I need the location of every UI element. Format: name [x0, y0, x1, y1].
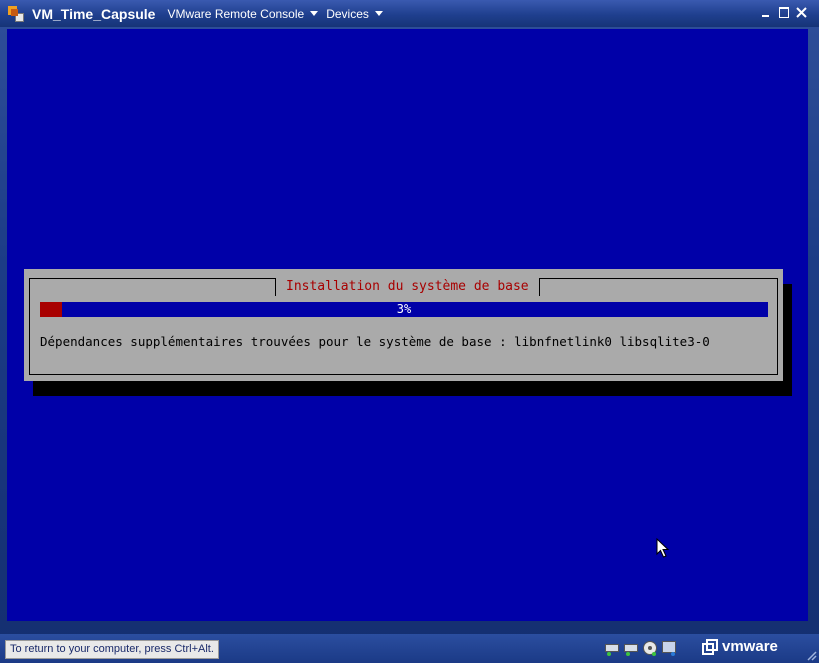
vmware-logo: vmware: [702, 638, 778, 655]
menu-label: Devices: [326, 6, 369, 21]
close-button[interactable]: [794, 5, 809, 20]
close-icon: [796, 7, 807, 18]
chevron-down-icon: [310, 11, 319, 16]
vmware-mark-icon: [702, 638, 718, 655]
remote-console-screen[interactable]: Installation du système de base 3% Dépen…: [7, 29, 808, 621]
vmware-wordmark: vmware: [722, 638, 778, 655]
vmrc-window: VM_Time_Capsule VMware Remote Console De…: [0, 0, 819, 663]
progress-bar: 3%: [40, 302, 768, 317]
device-tray: [604, 639, 677, 657]
menu-devices[interactable]: Devices: [326, 7, 383, 21]
network-adapter-icon[interactable]: [661, 639, 677, 657]
dialog-title: Installation du système de base: [275, 278, 540, 296]
installer-progress-dialog: Installation du système de base 3% Dépen…: [24, 269, 783, 381]
release-input-hint: To return to your computer, press Ctrl+A…: [5, 640, 219, 659]
menu-vmware-remote-console[interactable]: VMware Remote Console: [167, 6, 319, 21]
maximize-button[interactable]: [776, 5, 791, 20]
minimize-button[interactable]: [758, 5, 773, 20]
dialog-frame: Installation du système de base: [29, 278, 778, 375]
minimize-icon: [762, 15, 769, 17]
menu-label: VMware Remote Console: [167, 6, 305, 21]
title-bar[interactable]: VM_Time_Capsule VMware Remote Console De…: [0, 0, 819, 27]
chevron-down-icon: [374, 11, 383, 16]
mouse-pointer-icon: [656, 538, 670, 558]
progress-status-message: Dépendances supplémentaires trouvées pou…: [40, 334, 710, 349]
vmware-app-icon: [8, 5, 24, 22]
progress-percent-label: 3%: [396, 302, 412, 316]
hard-disk-icon[interactable]: [604, 639, 620, 657]
window-controls: [758, 5, 809, 20]
vm-name-title: VM_Time_Capsule: [32, 5, 156, 22]
status-bar: To return to your computer, press Ctrl+A…: [0, 634, 819, 663]
resize-grip-icon[interactable]: [805, 649, 817, 661]
cd-rom-icon[interactable]: [642, 639, 658, 657]
maximize-icon: [778, 7, 789, 18]
hard-disk-icon[interactable]: [623, 639, 639, 657]
